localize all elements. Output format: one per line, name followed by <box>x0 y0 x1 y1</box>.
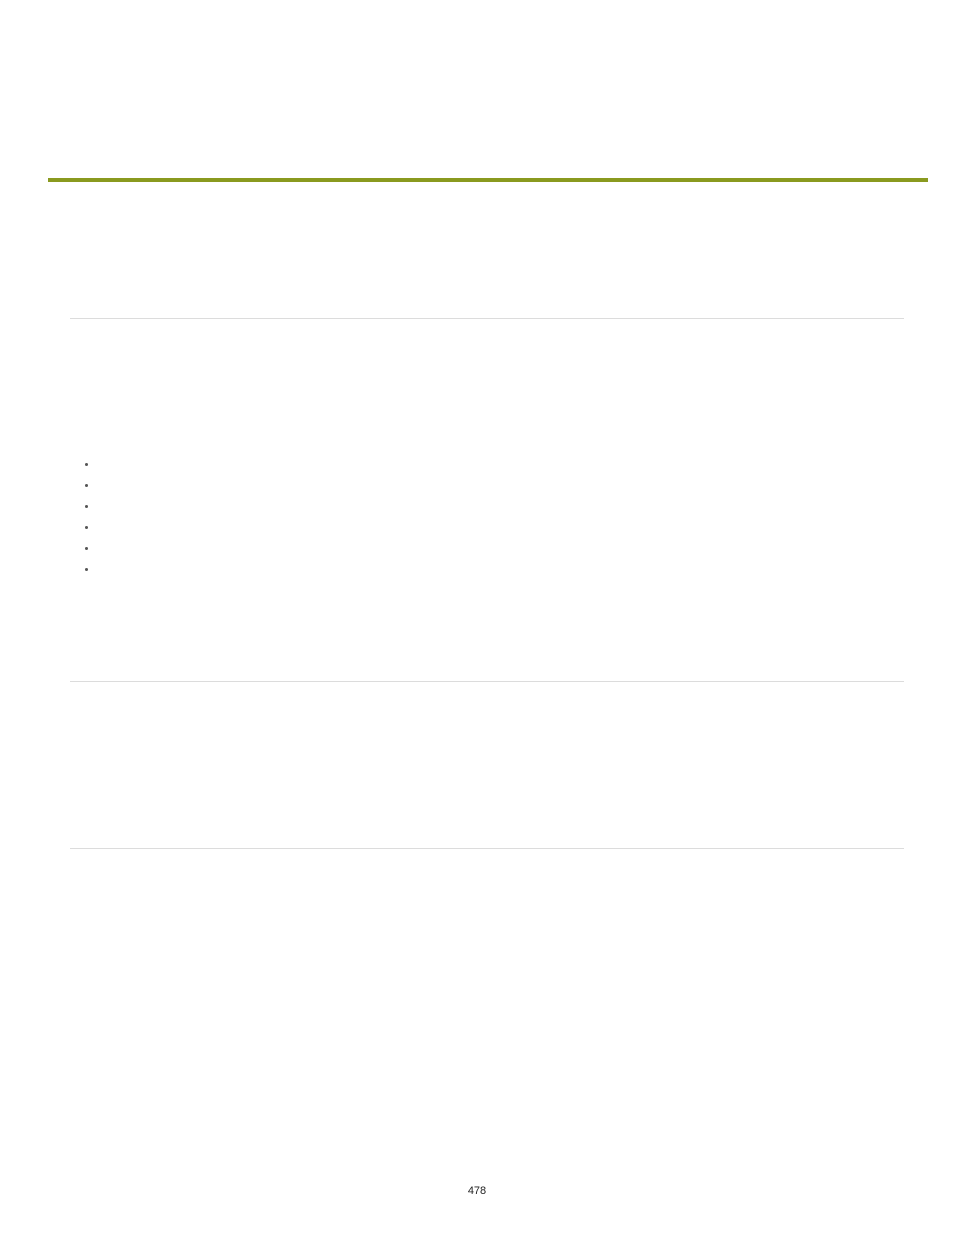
section-divider <box>70 681 904 682</box>
page-number: 478 <box>0 1185 954 1197</box>
list-item <box>98 476 904 497</box>
section-divider <box>70 848 904 849</box>
list-item <box>98 497 904 518</box>
section-divider <box>70 318 904 319</box>
accent-divider <box>48 178 928 182</box>
bullet-list <box>98 455 904 581</box>
list-item <box>98 518 904 539</box>
list-item <box>98 560 904 581</box>
list-item <box>98 539 904 560</box>
list-item <box>98 455 904 476</box>
page-content <box>70 280 904 849</box>
